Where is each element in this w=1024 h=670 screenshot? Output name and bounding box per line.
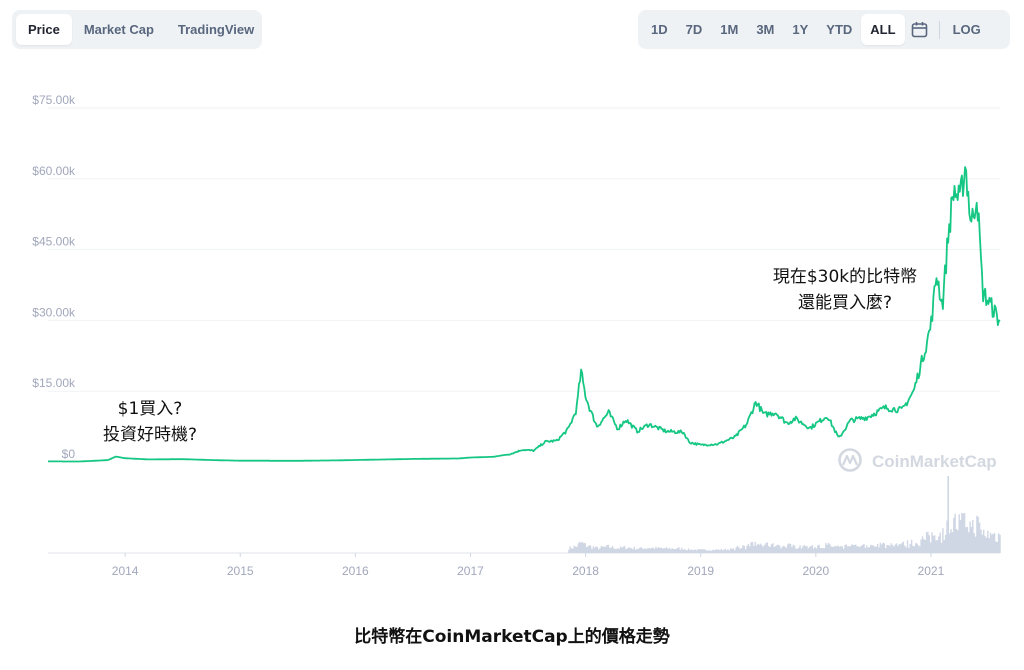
range-ytd[interactable]: YTD	[817, 14, 861, 45]
annotation-left-line-2: 投資好時機?	[102, 425, 198, 445]
figure-caption: 比特幣在CoinMarketCap上的價格走勢	[354, 627, 670, 647]
price-chart: $0 $15.00k $30.00k $45.00k $60.00k $75.00k 201…	[32, 93, 1001, 578]
tab-tradingview[interactable]: TradingView	[166, 14, 266, 45]
x-tick-label: 2016	[342, 564, 369, 578]
x-tick-label: 2019	[687, 564, 714, 578]
chart-type-tabs: Price Market Cap TradingView	[12, 10, 262, 49]
range-all[interactable]: ALL	[861, 14, 905, 45]
annotation-left-line-1: $1買入?	[117, 399, 183, 419]
annotation-right: 現在$30k的比特幣 還能買入麼?	[745, 264, 945, 316]
watermark-text: CoinMarketCap	[872, 452, 997, 471]
x-tick-label: 2015	[227, 564, 254, 578]
y-tick-label: $45.00k	[32, 235, 76, 249]
calendar-icon[interactable]	[905, 14, 935, 45]
range-1m[interactable]: 1M	[711, 14, 747, 45]
range-1d[interactable]: 1D	[642, 14, 677, 45]
log-scale-toggle[interactable]: LOG	[944, 14, 990, 45]
tab-market-cap[interactable]: Market Cap	[72, 14, 166, 45]
annotation-right-line-1: 現在$30k的比特幣	[772, 267, 918, 287]
range-3m[interactable]: 3M	[747, 14, 783, 45]
y-tick-label: $0	[62, 447, 76, 461]
range-1y[interactable]: 1Y	[783, 14, 817, 45]
x-tick-label: 2020	[802, 564, 829, 578]
x-tick-label: 2021	[918, 564, 945, 578]
y-tick-label: $60.00k	[32, 164, 76, 178]
time-range-tabs: 1D 7D 1M 3M 1Y YTD ALL LOG	[638, 10, 1010, 49]
divider	[938, 20, 940, 39]
annotation-left: $1買入? 投資好時機?	[70, 396, 230, 448]
y-tick-label: $15.00k	[32, 376, 76, 390]
x-tick-label: 2017	[457, 564, 484, 578]
coinmarketcap-logo-icon	[838, 448, 862, 472]
y-tick-label: $75.00k	[32, 93, 76, 107]
range-7d[interactable]: 7D	[677, 14, 712, 45]
volume-bars	[568, 513, 1001, 553]
x-tick-label: 2014	[112, 564, 139, 578]
x-tick-label: 2018	[572, 564, 599, 578]
annotation-right-line-2: 還能買入麼?	[797, 293, 893, 313]
y-tick-label: $30.00k	[32, 305, 76, 319]
tab-price[interactable]: Price	[16, 14, 72, 45]
